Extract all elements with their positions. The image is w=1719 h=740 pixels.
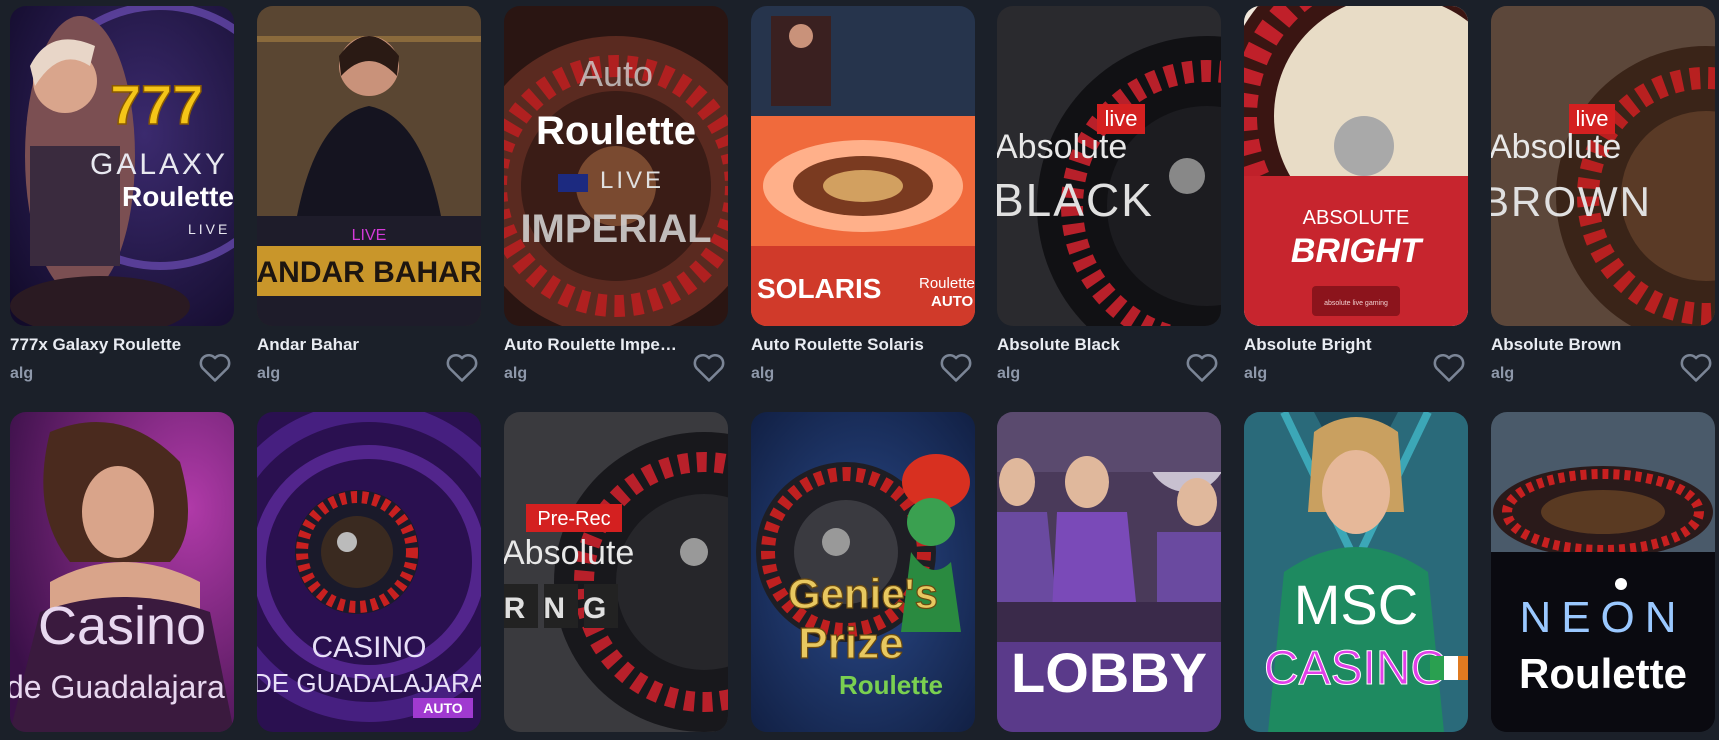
game-artwork: Auto Roulette LIVE IMPERIAL <box>504 6 728 326</box>
favorite-button[interactable] <box>1430 348 1468 386</box>
game-title[interactable]: 777x Galaxy Roulette <box>10 335 190 355</box>
favorite-button[interactable] <box>937 348 975 386</box>
art-label: Absolute <box>504 534 634 572</box>
art-label: BLACK <box>997 174 1154 226</box>
game-thumbnail[interactable]: 777 GALAXY Roulette LIVE <box>10 6 234 326</box>
game-title[interactable]: Absolute Brown <box>1491 335 1671 355</box>
game-artwork: Genie's Prize Roulette <box>751 412 975 732</box>
art-label: Prize <box>798 619 903 668</box>
game-thumbnail[interactable]: SOLARIS Roulette AUTO <box>751 6 975 326</box>
game-title[interactable]: Absolute Bright <box>1244 335 1424 355</box>
heart-icon <box>1433 353 1465 382</box>
art-label: Roulette <box>839 670 943 700</box>
game-title[interactable]: Auto Roulette Impe… <box>504 335 684 355</box>
favorite-button[interactable] <box>1677 348 1715 386</box>
art-label: LIVE <box>188 221 230 237</box>
game-provider: alg <box>1491 365 1515 382</box>
game-artwork: SOLARIS Roulette AUTO <box>751 6 975 326</box>
art-label: LIVE <box>352 227 387 244</box>
game-title[interactable]: Absolute Black <box>997 335 1177 355</box>
favorite-button[interactable] <box>1183 348 1221 386</box>
art-label: NEON <box>1519 593 1686 642</box>
game-title[interactable]: Andar Bahar <box>257 335 437 355</box>
game-artwork: Pre-Rec Absolute RNG <box>504 412 728 732</box>
game-artwork: 777 GALAXY Roulette LIVE <box>10 6 234 326</box>
game-artwork: LIVE ANDAR BAHAR <box>257 6 481 326</box>
heart-icon <box>446 353 478 382</box>
art-label: Roulette <box>536 109 696 153</box>
heart-icon <box>693 353 725 382</box>
game-provider: alg <box>10 365 34 382</box>
game-artwork: MSC CASINO <box>1244 412 1468 732</box>
art-label: Absolute <box>997 128 1127 166</box>
art-label: LIVE <box>600 167 664 194</box>
game-provider: alg <box>997 365 1021 382</box>
game-artwork: ABSOLUTE BRIGHT absolute live gaming <box>1244 6 1468 326</box>
game-artwork: live Absolute BROWN <box>1491 6 1715 326</box>
game-thumbnail[interactable]: CASINO DE GUADALAJARA AUTO <box>257 412 481 732</box>
game-thumbnail[interactable]: LOBBY <box>997 412 1221 732</box>
game-artwork: Casino de Guadalajara <box>10 412 234 732</box>
art-label: Roulette <box>919 275 975 292</box>
art-label: Roulette <box>1519 650 1687 697</box>
game-thumbnail[interactable]: Pre-Rec Absolute RNG <box>504 412 728 732</box>
game-thumbnail[interactable]: live Absolute BROWN <box>1491 6 1715 326</box>
heart-icon <box>940 353 972 382</box>
art-label: absolute live gaming <box>1324 300 1388 307</box>
game-provider: alg <box>504 365 528 382</box>
art-label: AUTO <box>931 293 974 310</box>
game-thumbnail[interactable]: ABSOLUTE BRIGHT absolute live gaming <box>1244 6 1468 326</box>
art-label: LOBBY <box>1011 641 1207 704</box>
art-label: ANDAR BAHAR <box>257 256 481 289</box>
art-label: DE GUADALAJARA <box>257 668 481 698</box>
game-artwork: NEON Roulette <box>1491 412 1715 732</box>
art-label: ABSOLUTE <box>1303 207 1410 229</box>
game-thumbnail[interactable]: Genie's Prize Roulette <box>751 412 975 732</box>
art-label: Absolute <box>1491 128 1621 166</box>
game-thumbnail[interactable]: NEON Roulette <box>1491 412 1715 732</box>
art-label: Genie's <box>788 570 938 617</box>
art-label: BRIGHT <box>1291 232 1425 270</box>
art-label: SOLARIS <box>757 273 881 304</box>
heart-icon <box>199 353 231 382</box>
favorite-button[interactable] <box>443 348 481 386</box>
art-label: GALAXY <box>90 148 228 181</box>
art-label: Auto <box>579 53 653 94</box>
art-label: 777 <box>110 73 203 136</box>
art-label: CASINO <box>311 631 426 664</box>
game-thumbnail[interactable]: Auto Roulette LIVE IMPERIAL <box>504 6 728 326</box>
game-provider: alg <box>257 365 281 382</box>
art-label: MSC <box>1294 573 1418 636</box>
game-grid: 777 GALAXY Roulette LIVE 777x Galaxy Rou… <box>0 0 1719 740</box>
game-title[interactable]: Auto Roulette Solaris <box>751 335 931 355</box>
game-thumbnail[interactable]: live Absolute BLACK <box>997 6 1221 326</box>
art-label: CASINO <box>1264 642 1448 695</box>
game-artwork: live Absolute BLACK <box>997 6 1221 326</box>
game-artwork: CASINO DE GUADALAJARA AUTO <box>257 412 481 732</box>
game-artwork: LOBBY <box>997 412 1221 732</box>
game-provider: alg <box>1244 365 1268 382</box>
art-label: de Guadalajara <box>10 669 225 705</box>
favorite-button[interactable] <box>690 348 728 386</box>
art-label: RNG <box>504 592 624 625</box>
art-label: Casino <box>38 596 206 656</box>
game-thumbnail[interactable]: Casino de Guadalajara <box>10 412 234 732</box>
heart-icon <box>1680 353 1712 382</box>
heart-icon <box>1186 353 1218 382</box>
art-label: Roulette <box>122 181 234 212</box>
art-label: IMPERIAL <box>520 207 711 251</box>
game-provider: alg <box>751 365 775 382</box>
game-thumbnail[interactable]: MSC CASINO <box>1244 412 1468 732</box>
art-label: AUTO <box>423 700 463 716</box>
favorite-button[interactable] <box>196 348 234 386</box>
art-label: BROWN <box>1491 178 1652 225</box>
game-thumbnail[interactable]: LIVE ANDAR BAHAR <box>257 6 481 326</box>
art-label: Pre-Rec <box>537 508 610 530</box>
